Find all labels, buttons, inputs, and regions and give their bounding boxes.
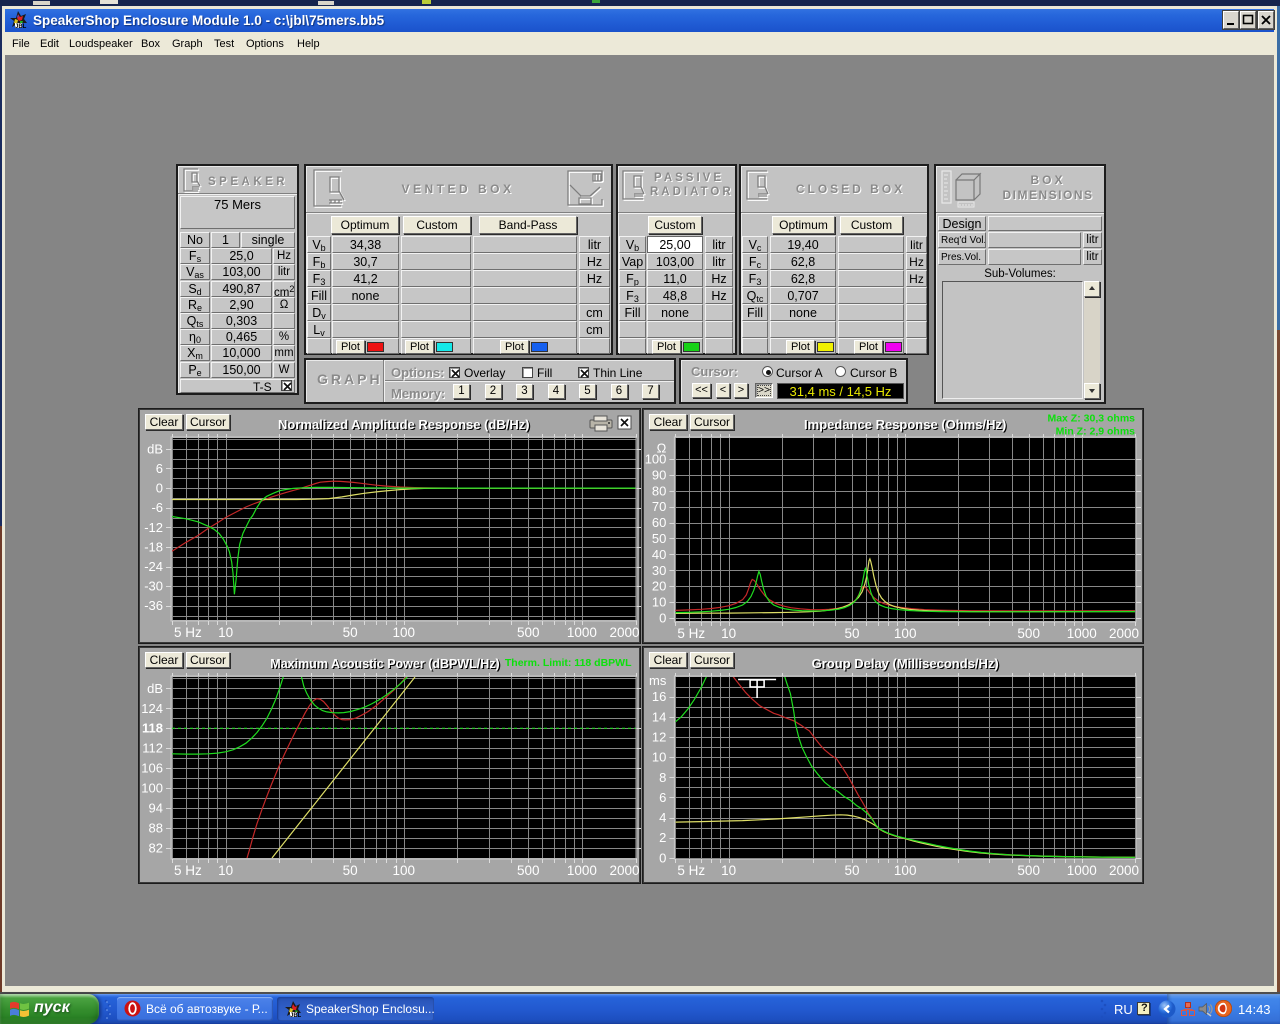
svg-text:82: 82: [149, 840, 163, 855]
svg-text:100: 100: [894, 626, 917, 641]
svg-text:0: 0: [156, 481, 163, 496]
svg-text:Min Z: 2,9 ohms: Min Z: 2,9 ohms: [1056, 426, 1136, 438]
svg-text:10: 10: [218, 625, 233, 640]
svg-text:dB: dB: [147, 441, 163, 456]
svg-text:1000: 1000: [567, 863, 597, 878]
svg-text:0: 0: [659, 611, 666, 626]
svg-text:10: 10: [721, 626, 736, 641]
svg-text:80: 80: [652, 483, 666, 498]
svg-text:Group Delay (Milliseconds/Hz): Group Delay (Milliseconds/Hz): [812, 656, 999, 671]
svg-text:50: 50: [844, 863, 859, 878]
svg-text:112: 112: [142, 741, 163, 756]
svg-text:2000: 2000: [609, 863, 639, 878]
svg-text:118: 118: [142, 721, 163, 736]
svg-text:Max Z: 30,3 ohms: Max Z: 30,3 ohms: [1047, 413, 1135, 425]
svg-text:60: 60: [652, 515, 666, 530]
svg-text:2000: 2000: [1109, 863, 1139, 878]
svg-text:1000: 1000: [567, 625, 597, 640]
svg-text:70: 70: [652, 499, 666, 514]
svg-text:40: 40: [652, 547, 666, 562]
svg-text:10: 10: [652, 750, 666, 765]
svg-text:2: 2: [659, 830, 666, 845]
svg-text:4: 4: [659, 810, 666, 825]
svg-text:100: 100: [645, 452, 667, 467]
svg-text:JBL: JBL: [290, 1013, 301, 1018]
svg-text:20: 20: [652, 579, 666, 594]
svg-text:-18: -18: [144, 539, 163, 554]
svg-text:6: 6: [659, 790, 666, 805]
svg-text:500: 500: [517, 625, 540, 640]
svg-text:10: 10: [652, 595, 666, 610]
svg-text:1000: 1000: [1067, 863, 1097, 878]
svg-text:124: 124: [141, 701, 163, 716]
svg-text:Normalized Amplitude Response: Normalized Amplitude Response (dB/Hz): [278, 417, 530, 432]
svg-text:0: 0: [659, 850, 666, 865]
svg-text:14: 14: [652, 709, 666, 724]
svg-text:50: 50: [343, 625, 358, 640]
svg-text:500: 500: [1017, 863, 1040, 878]
svg-text:94: 94: [149, 801, 163, 816]
svg-text:100: 100: [393, 863, 416, 878]
svg-text:88: 88: [149, 820, 163, 835]
svg-text:5 Hz: 5 Hz: [677, 863, 705, 878]
svg-text:dB: dB: [147, 681, 163, 696]
svg-text:6: 6: [156, 461, 163, 476]
svg-text:5 Hz: 5 Hz: [677, 626, 705, 641]
svg-text:12: 12: [652, 729, 666, 744]
svg-text:8: 8: [659, 770, 666, 785]
svg-text:-36: -36: [144, 598, 163, 613]
svg-text:100: 100: [894, 863, 917, 878]
svg-text:500: 500: [517, 863, 540, 878]
svg-text:Maximum Acoustic Power (dBPWL/: Maximum Acoustic Power (dBPWL/Hz): [270, 657, 499, 671]
svg-text:JBL: JBL: [15, 24, 27, 29]
svg-text:Therm. Limit: 118 dBPWL: Therm. Limit: 118 dBPWL: [505, 657, 632, 669]
svg-text:10: 10: [721, 863, 736, 878]
svg-text:ms: ms: [649, 673, 667, 688]
svg-text:1000: 1000: [1067, 626, 1097, 641]
svg-text:100: 100: [141, 781, 163, 796]
svg-text:-6: -6: [151, 500, 163, 515]
svg-text:16: 16: [652, 689, 666, 704]
svg-text:2000: 2000: [1109, 626, 1139, 641]
svg-text:50: 50: [343, 863, 358, 878]
svg-text:100: 100: [393, 625, 416, 640]
svg-text:30: 30: [652, 563, 666, 578]
svg-text:50: 50: [652, 531, 666, 546]
svg-text:90: 90: [652, 467, 666, 482]
svg-text:-30: -30: [144, 579, 163, 594]
svg-text:500: 500: [1017, 626, 1040, 641]
svg-text:Impedance Response (Ohms/Hz): Impedance Response (Ohms/Hz): [804, 417, 1006, 432]
svg-text:50: 50: [844, 626, 859, 641]
svg-text:5 Hz: 5 Hz: [174, 625, 202, 640]
svg-text:5 Hz: 5 Hz: [174, 863, 202, 878]
svg-text:10: 10: [218, 863, 233, 878]
svg-text:-12: -12: [144, 520, 163, 535]
svg-text:2000: 2000: [609, 625, 639, 640]
svg-text:106: 106: [141, 761, 163, 776]
svg-text:-24: -24: [144, 559, 163, 574]
